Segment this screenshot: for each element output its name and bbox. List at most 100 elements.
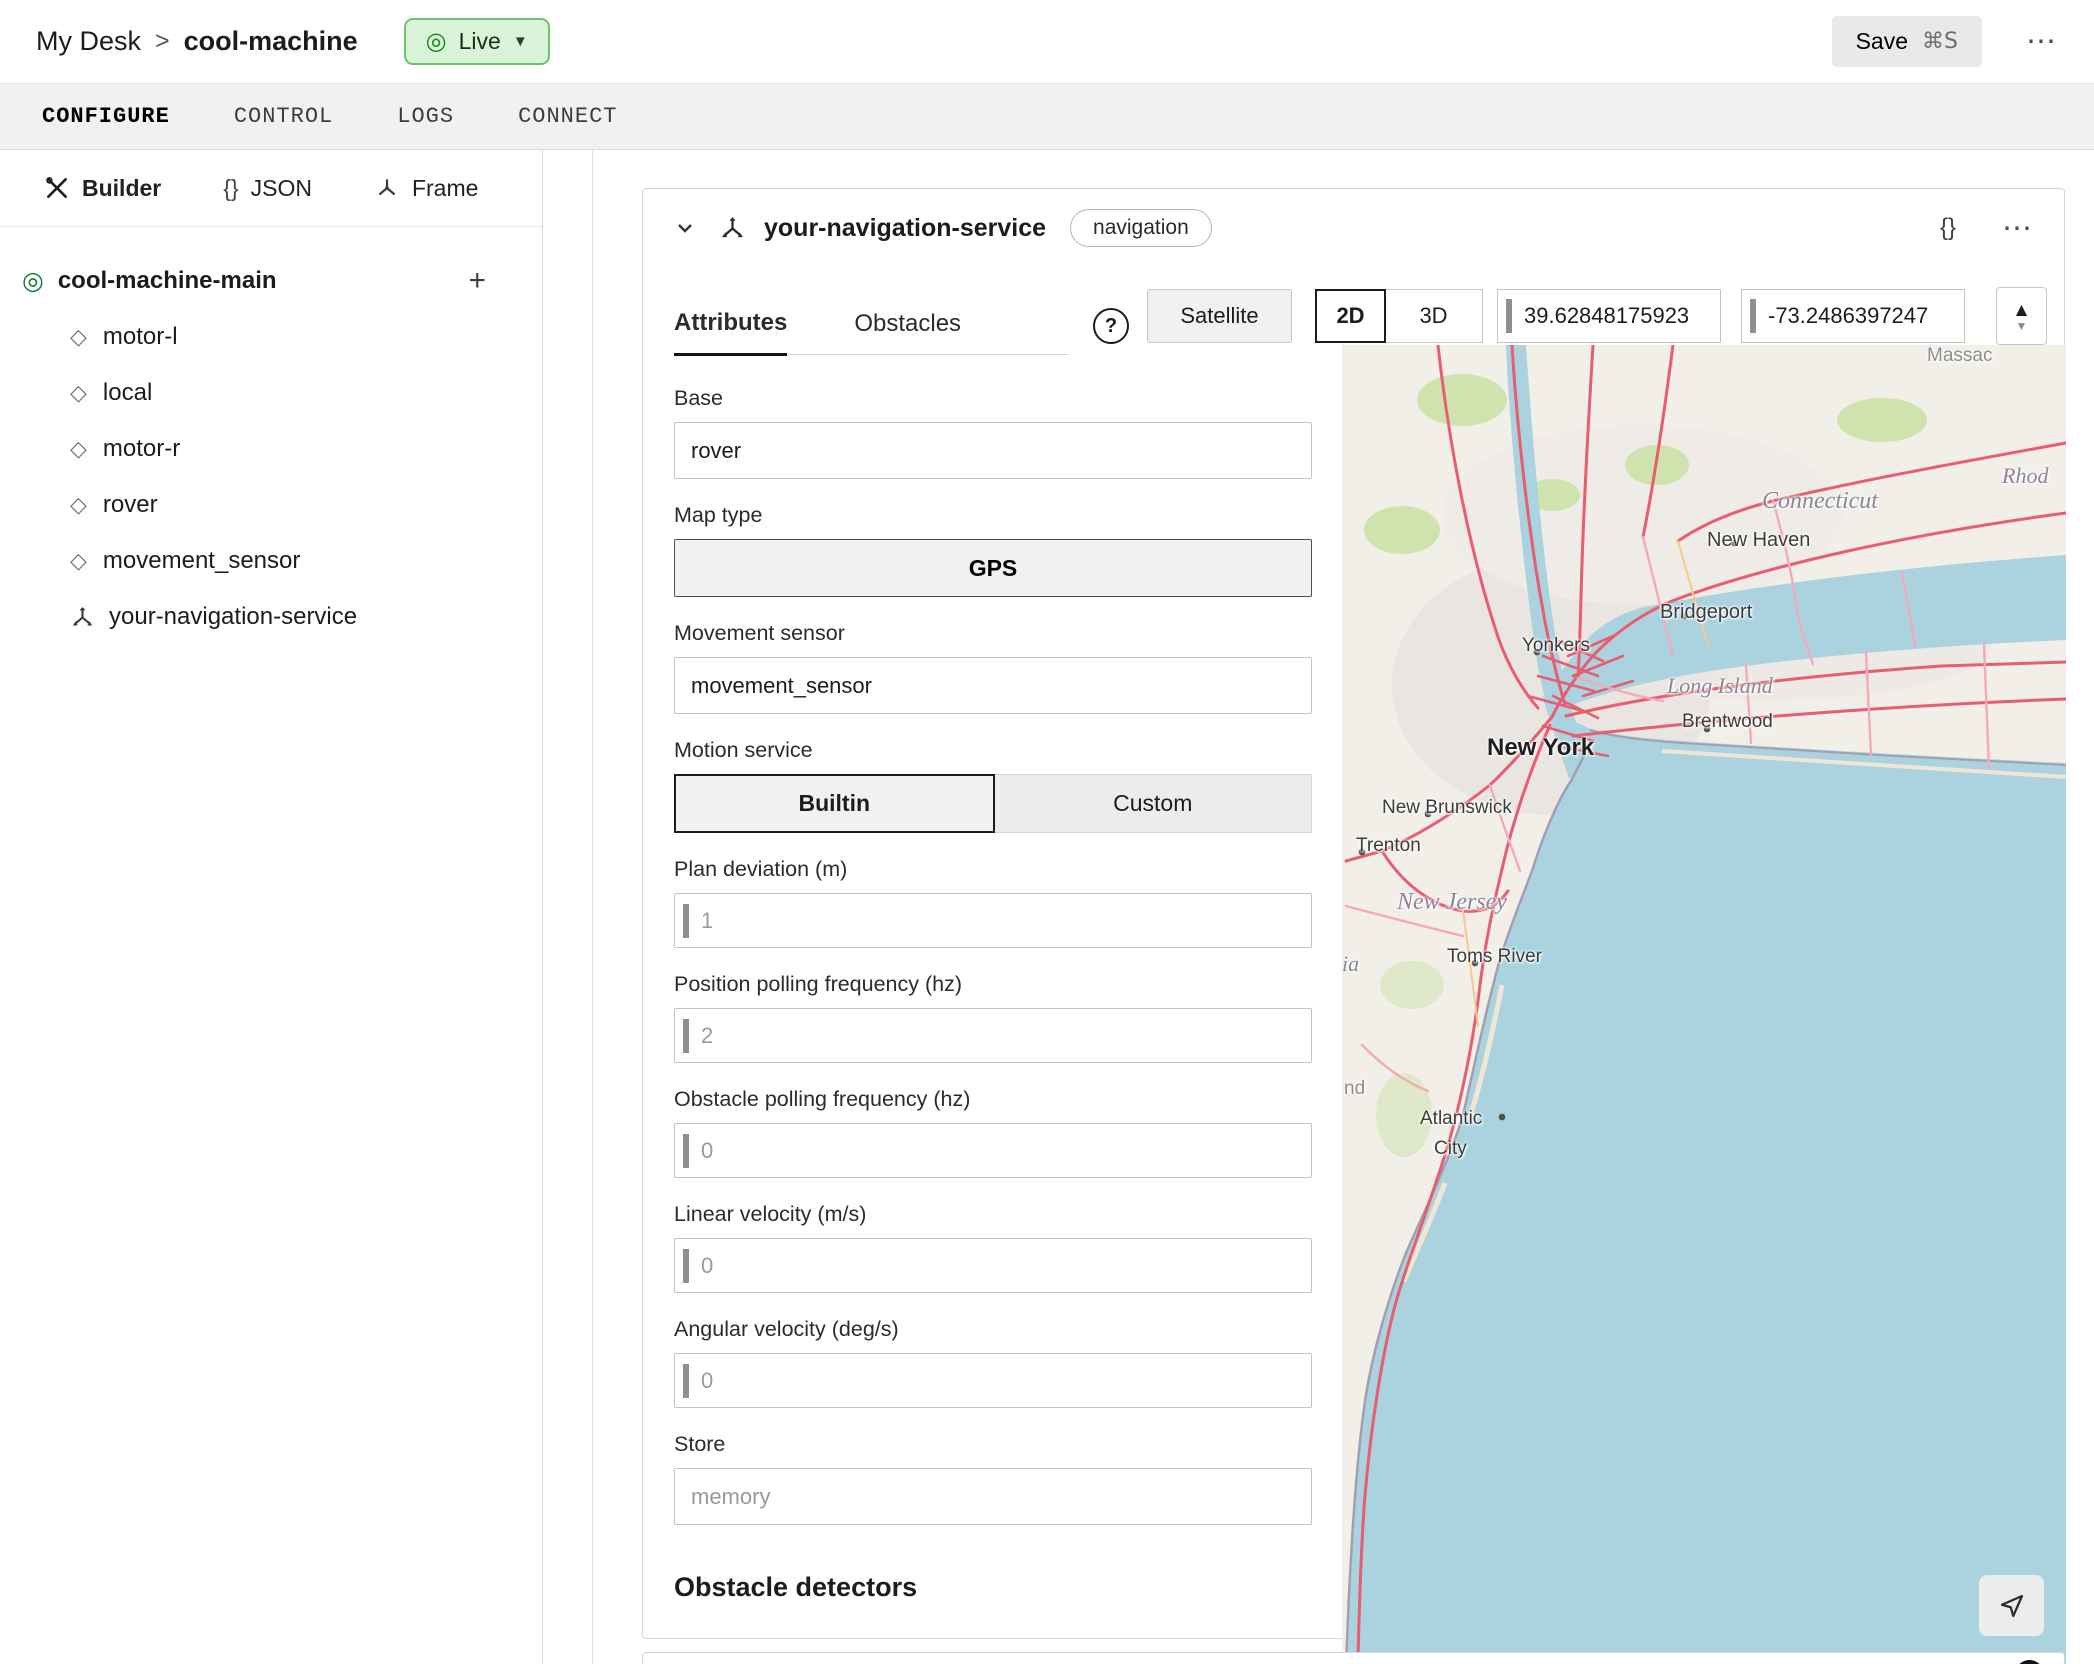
map-label: Long Island xyxy=(1667,673,1773,699)
tab-attributes[interactable]: Attributes xyxy=(674,291,787,356)
tree-root-machine[interactable]: ◎ cool-machine-main + xyxy=(0,253,542,309)
tree-item-label: your-navigation-service xyxy=(109,603,357,631)
sidebar-mode-toggle: Builder {} JSON Frame xyxy=(0,150,542,227)
map-label: Brentwood xyxy=(1682,711,1773,733)
drag-handle[interactable] xyxy=(683,1134,689,1168)
drag-handle[interactable] xyxy=(683,1019,689,1053)
field-label-base: Base xyxy=(674,385,1312,411)
tab-configure[interactable]: CONFIGURE xyxy=(40,98,172,135)
tree-item-motor-l[interactable]: ◇ motor-l xyxy=(0,309,542,365)
tree-item-label: movement_sensor xyxy=(103,547,300,575)
motion-service-custom[interactable]: Custom xyxy=(995,774,1313,833)
config-content: your-navigation-service navigation {} ⋯ … xyxy=(543,150,2094,1664)
obstacle-polling-input[interactable] xyxy=(701,1124,1311,1177)
map-label: Trenton xyxy=(1356,835,1421,857)
tab-logs[interactable]: LOGS xyxy=(395,98,456,135)
tools-icon xyxy=(44,175,70,201)
tab-connect[interactable]: CONNECT xyxy=(516,98,619,135)
map-label: Rhod xyxy=(2002,463,2048,489)
live-target-icon: ◎ xyxy=(426,30,447,54)
satellite-toggle-button[interactable]: Satellite xyxy=(1147,289,1292,343)
panel-tabs: Attributes Obstacles xyxy=(674,291,1069,355)
map-label: ia xyxy=(1342,951,1359,977)
app-header: My Desk > cool-machine ◎ Live ▼ Save ⌘S … xyxy=(0,0,2094,83)
save-shortcut: ⌘S xyxy=(1922,29,1958,54)
map-label: nd xyxy=(1344,1078,1365,1100)
map-3d-button[interactable]: 3D xyxy=(1384,289,1483,343)
field-label-movement-sensor: Movement sensor xyxy=(674,620,1312,646)
base-input[interactable] xyxy=(674,422,1312,479)
drag-handle[interactable] xyxy=(1750,299,1756,333)
longitude-input[interactable] xyxy=(1768,303,1964,329)
braces-icon: {} xyxy=(223,175,238,202)
obstacle-polling-wrap xyxy=(674,1123,1312,1178)
main-nav-tabs: CONFIGURE CONTROL LOGS CONNECT xyxy=(0,83,2094,150)
mode-frame-label: Frame xyxy=(412,175,478,202)
navigation-service-card: your-navigation-service navigation {} ⋯ … xyxy=(642,188,2065,1639)
component-icon: ◇ xyxy=(70,436,87,462)
field-label-map-type: Map type xyxy=(674,502,1312,528)
plan-deviation-input[interactable] xyxy=(701,894,1311,947)
info-icon[interactable]: i xyxy=(2015,1660,2044,1664)
mode-json-label: JSON xyxy=(251,175,312,202)
component-icon: ◇ xyxy=(70,492,87,518)
field-label-obstacle-polling: Obstacle polling frequency (hz) xyxy=(674,1086,1312,1112)
mode-builder[interactable]: Builder xyxy=(44,175,161,202)
live-label: Live xyxy=(459,28,501,55)
attributes-form: Base Map type GPS Movement sensor Motion… xyxy=(674,385,1312,1603)
tree-item-motor-r[interactable]: ◇ motor-r xyxy=(0,421,542,477)
map-2d-button[interactable]: 2D xyxy=(1315,289,1386,343)
help-icon[interactable]: ? xyxy=(1093,308,1129,344)
collapse-chevron-icon[interactable] xyxy=(673,216,697,240)
map-label: Connecticut xyxy=(1762,488,1878,515)
mode-json[interactable]: {} JSON xyxy=(223,175,312,202)
tab-obstacles[interactable]: Obstacles xyxy=(854,291,961,354)
linear-velocity-input[interactable] xyxy=(701,1239,1311,1292)
add-component-button[interactable]: + xyxy=(468,266,486,296)
obstacle-detectors-heading: Obstacle detectors xyxy=(674,1572,1312,1603)
breadcrumb-root[interactable]: My Desk xyxy=(36,26,141,57)
map-label: New Brunswick xyxy=(1382,797,1512,819)
tree-item-navigation-service[interactable]: your-navigation-service xyxy=(0,589,542,645)
map-label: Yonkers xyxy=(1522,635,1590,657)
navigation-map[interactable]: Massac Rhod Connecticut New Haven Bridge… xyxy=(1342,345,2066,1664)
card-overflow-menu[interactable]: ⋯ xyxy=(2002,211,2034,246)
position-polling-input[interactable] xyxy=(701,1009,1311,1062)
mode-frame[interactable]: Frame xyxy=(374,175,478,202)
machine-name: cool-machine-main xyxy=(58,267,277,295)
map-render xyxy=(1342,345,2066,1664)
motion-service-builtin[interactable]: Builtin xyxy=(674,774,995,833)
axes-icon xyxy=(374,175,400,201)
locate-button[interactable] xyxy=(1979,1575,2044,1636)
drag-handle[interactable] xyxy=(683,1364,689,1398)
tree-item-movement-sensor[interactable]: ◇ movement_sensor xyxy=(0,533,542,589)
machine-icon: ◎ xyxy=(22,266,44,296)
breadcrumb-separator: > xyxy=(155,27,170,56)
tree-item-label: rover xyxy=(103,491,158,519)
card-header: your-navigation-service navigation {} ⋯ xyxy=(643,189,2064,267)
save-button[interactable]: Save ⌘S xyxy=(1832,16,1982,67)
linear-velocity-wrap xyxy=(674,1238,1312,1293)
store-input[interactable] xyxy=(674,1468,1312,1525)
map-label: New Haven xyxy=(1707,529,1810,552)
tab-control[interactable]: CONTROL xyxy=(232,98,335,135)
drag-handle[interactable] xyxy=(1506,299,1512,333)
map-type-gps-button[interactable]: GPS xyxy=(674,539,1312,597)
angular-velocity-input[interactable] xyxy=(701,1354,1311,1407)
map-label: City xyxy=(1434,1138,1467,1160)
tree-item-local[interactable]: ◇ local xyxy=(0,365,542,421)
live-status-dropdown[interactable]: ◎ Live ▼ xyxy=(404,18,550,65)
angular-velocity-wrap xyxy=(674,1353,1312,1408)
tree-item-rover[interactable]: ◇ rover xyxy=(0,477,542,533)
longitude-input-wrap xyxy=(1741,289,1965,343)
code-view-icon[interactable]: {} xyxy=(1940,214,1956,242)
header-overflow-menu[interactable]: ⋯ xyxy=(2026,24,2058,59)
drag-handle[interactable] xyxy=(683,904,689,938)
movement-sensor-input[interactable] xyxy=(674,657,1312,714)
map-label: Bridgeport xyxy=(1660,601,1752,624)
field-label-angular-velocity: Angular velocity (deg/s) xyxy=(674,1316,1312,1342)
content-divider xyxy=(592,150,593,1664)
latitude-input[interactable] xyxy=(1524,303,1720,329)
coordinate-stepper[interactable]: ▲ ▼ xyxy=(1996,287,2047,345)
drag-handle[interactable] xyxy=(683,1249,689,1283)
